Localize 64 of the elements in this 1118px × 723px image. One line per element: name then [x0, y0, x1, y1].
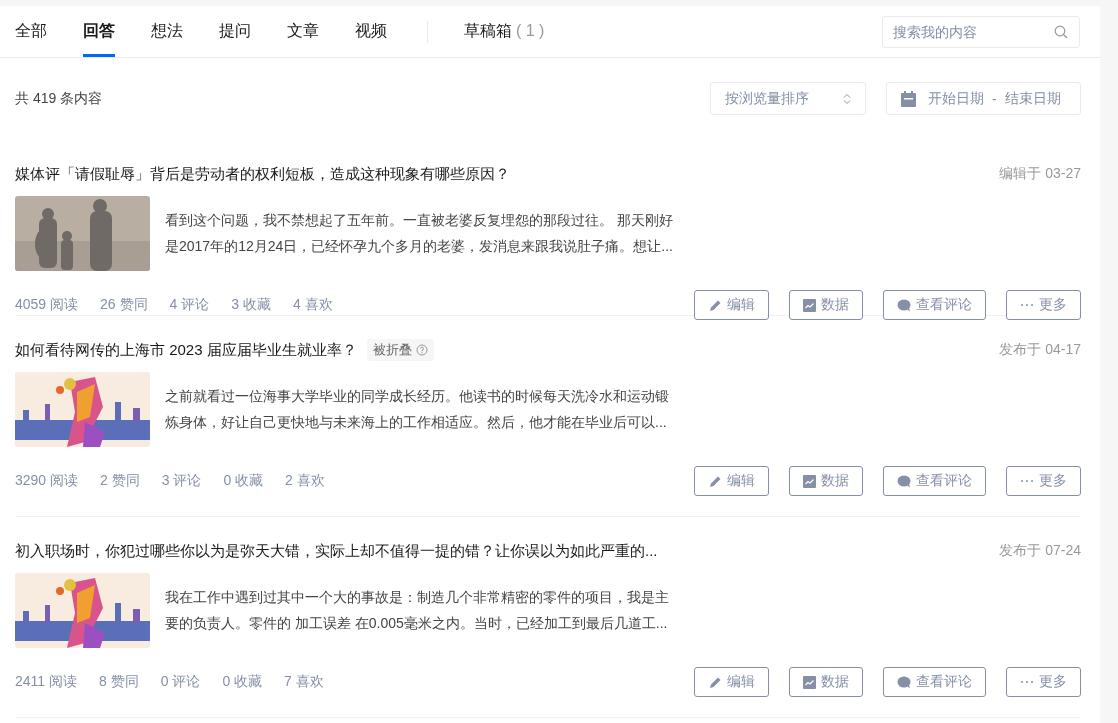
chart-icon	[803, 474, 816, 488]
post-date: 编辑于 03-27	[999, 165, 1081, 183]
stat-count: 3 收藏	[231, 296, 271, 314]
stat-count: 0 收藏	[222, 673, 263, 691]
calendar-icon	[901, 90, 916, 107]
data-button[interactable]: 数据	[789, 290, 863, 320]
stat-count: 2 赞同	[100, 472, 140, 490]
stat-count: 2411 阅读	[15, 673, 77, 691]
speech-bubble-icon	[897, 298, 911, 312]
folded-badge: 被折叠	[366, 339, 434, 361]
data-button[interactable]: 数据	[789, 667, 863, 697]
more-button[interactable]: 更多	[1006, 667, 1081, 697]
edit-button[interactable]: 编辑	[694, 466, 769, 496]
ellipsis-icon	[1020, 479, 1034, 483]
answer-excerpt[interactable]: 看到这个问题，我不禁想起了五年前。一直被老婆反复埋怨的那段过往。 那天刚好 是2017年的12月24日，已经怀孕九个多月的老婆，发消息来跟我说肚子痛。想让...	[165, 207, 673, 259]
edit-button[interactable]: 编辑	[694, 667, 769, 697]
pencil-icon	[708, 675, 722, 689]
comments-button[interactable]: 查看评论	[883, 667, 986, 697]
stat-count: 3 评论	[161, 472, 202, 490]
tab[interactable]: 回答	[83, 6, 115, 57]
ellipsis-icon	[1020, 303, 1034, 307]
post-date: 发布于 07-24	[999, 542, 1081, 560]
stat-count: 4 喜欢	[292, 296, 333, 314]
stat-count: 0 收藏	[223, 472, 264, 490]
question-title[interactable]: 媒体评「请假耻辱」背后是劳动者的权利短板，造成这种现象有哪些原因？	[15, 164, 510, 184]
question-title[interactable]: 如何看待网传的上海市 2023 届应届毕业生就业率？	[15, 340, 357, 360]
pencil-icon	[708, 298, 722, 312]
chart-icon	[803, 675, 816, 689]
chart-icon	[803, 298, 816, 312]
stat-count: 4059 阅读	[15, 296, 79, 314]
stat-count: 3290 阅读	[15, 472, 79, 490]
search-field[interactable]: 搜索我的内容	[882, 15, 1080, 48]
stat-count: 0 评论	[160, 673, 201, 691]
search-icon	[1054, 24, 1068, 39]
tab[interactable]: 文章	[287, 6, 319, 57]
stat-count: 4 评论	[169, 296, 210, 314]
pencil-icon	[708, 474, 722, 488]
post-date: 发布于 04-17	[999, 341, 1081, 359]
tab[interactable]: 想法	[151, 6, 183, 57]
ellipsis-icon	[1020, 680, 1034, 684]
speech-bubble-icon	[897, 474, 911, 488]
answer-excerpt[interactable]: 我在工作中遇到过其中一个大的事故是：制造几个非常精密的零件的项目，我是主 要的负责人。零件的 加工误差 在0.005毫米之内。当时，已经加工到最后几道工...	[165, 584, 669, 636]
data-button[interactable]: 数据	[789, 466, 863, 496]
drafts-tab[interactable]: 草稿箱 ( 1 )	[464, 6, 545, 57]
more-button[interactable]: 更多	[1006, 290, 1081, 320]
comments-button[interactable]: 查看评论	[883, 466, 986, 496]
stat-count: 26 赞同	[100, 296, 148, 314]
stat-count: 7 喜欢	[284, 673, 324, 691]
question-title[interactable]: 初入职场时，你犯过哪些你以为是弥天大错，实际上却不值得一提的错？让你误以为如此严重的...	[15, 541, 658, 561]
updown-icon	[843, 92, 851, 105]
sort-dropdown[interactable]: 按浏览量排序	[710, 82, 866, 115]
edit-button[interactable]: 编辑	[694, 290, 769, 320]
content-count: 共 419 条内容	[15, 89, 103, 108]
more-button[interactable]: 更多	[1006, 466, 1081, 496]
stat-count: 8 赞同	[99, 673, 139, 691]
date-range-field[interactable]: 开始日期 - 结束日期	[886, 82, 1081, 115]
speech-bubble-icon	[897, 675, 911, 689]
stat-count: 2 喜欢	[285, 472, 325, 490]
answer-excerpt[interactable]: 之前就看过一位海事大学毕业的同学成长经历。他读书的时候每天洗冷水和运动锻 炼身体，好让自己更快地与未来海上的工作相适应。然后，他才能在毕业后可以...	[165, 383, 669, 435]
tab[interactable]: 全部	[15, 6, 47, 57]
help-icon	[415, 344, 428, 356]
tab[interactable]: 提问	[219, 6, 251, 57]
comments-button[interactable]: 查看评论	[883, 290, 986, 320]
tab[interactable]: 视频	[355, 6, 387, 57]
